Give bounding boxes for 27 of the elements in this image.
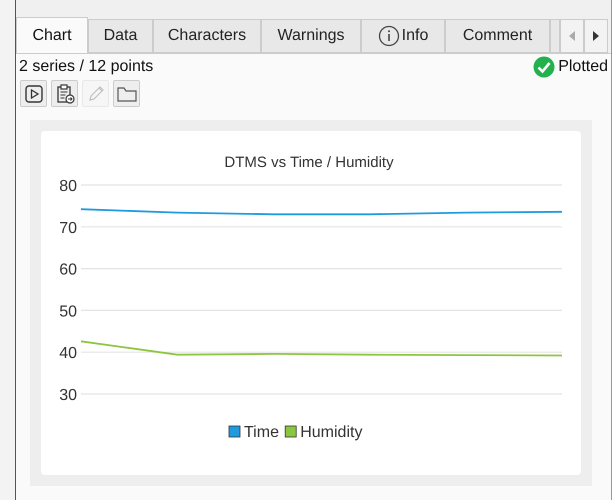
tab[interactable]: Info: [361, 19, 445, 53]
axis-label: 70: [59, 220, 77, 237]
play-icon: [22, 82, 44, 104]
play-button[interactable]: [20, 80, 47, 107]
left-arrow-icon: [569, 31, 575, 41]
legend-label: Humidity: [300, 424, 362, 441]
tab[interactable]: Chart: [16, 17, 88, 53]
series-summary: 2 series / 12 points: [19, 57, 154, 77]
axis-label: 80: [59, 178, 77, 195]
axis-label: 30: [59, 387, 77, 404]
axis-label: 60: [59, 262, 77, 279]
tab[interactable]: Characters: [153, 19, 261, 53]
right-arrow-icon: [593, 31, 599, 41]
tab[interactable]: Comment: [445, 19, 550, 53]
paste-button[interactable]: [51, 80, 78, 107]
status-label: Plotted: [558, 57, 608, 77]
tab[interactable]: Warnings: [261, 19, 361, 53]
legend-swatch: [284, 426, 297, 438]
info-icon: [378, 25, 400, 47]
tab[interactable]: Data: [88, 19, 153, 53]
scroll-right-button[interactable]: [584, 19, 608, 53]
legend-swatch: [228, 426, 240, 438]
legend-label: Time: [244, 424, 279, 441]
axis-label: 50: [59, 303, 77, 320]
folder-button[interactable]: [113, 80, 140, 107]
chart-title: DTMS vs Time / Humidity: [224, 154, 394, 171]
axis-label: 40: [59, 345, 77, 362]
